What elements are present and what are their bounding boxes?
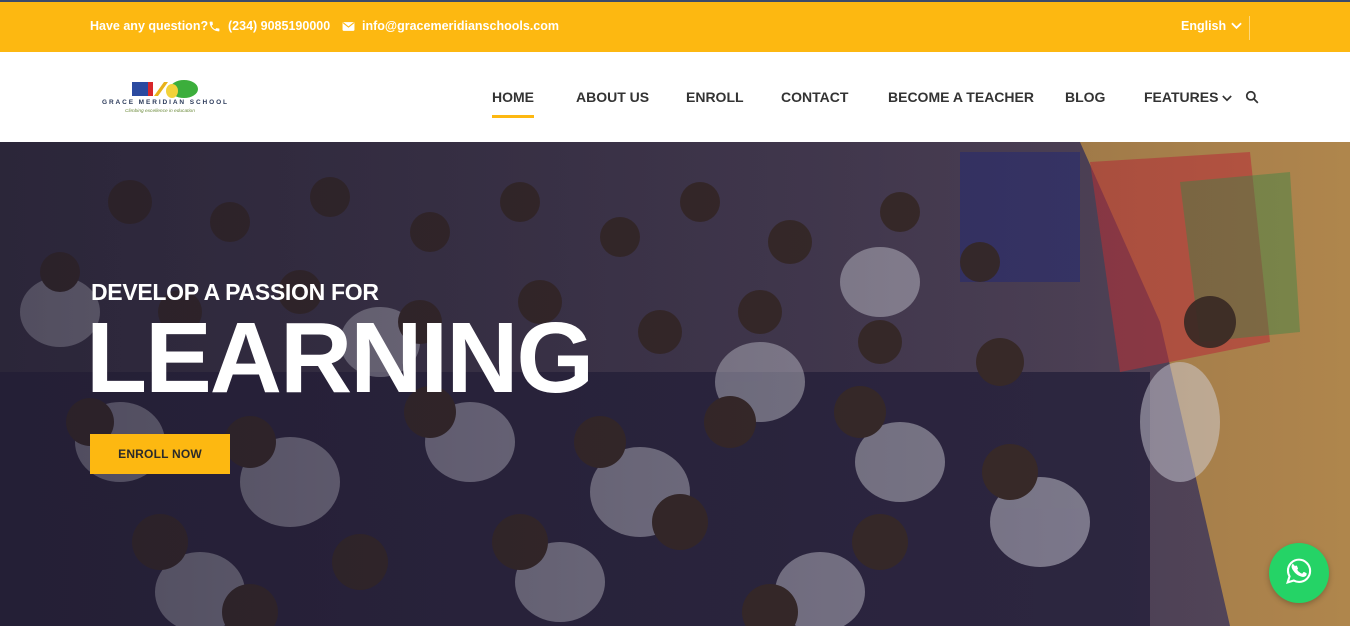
enroll-now-button[interactable]: ENROLL NOW bbox=[90, 434, 230, 474]
logo-mark-icon bbox=[132, 80, 198, 98]
nav-item-features[interactable]: FEATURES bbox=[1144, 89, 1233, 105]
logo-brand-text: GRACE MERIDIAN SCHOOL bbox=[102, 99, 229, 106]
envelope-icon bbox=[342, 21, 355, 32]
nav-features-label: FEATURES bbox=[1144, 89, 1219, 105]
nav-item-enroll[interactable]: ENROLL bbox=[686, 89, 744, 105]
chevron-down-icon bbox=[1231, 22, 1242, 30]
chevron-down-icon bbox=[1222, 89, 1233, 105]
search-icon[interactable] bbox=[1245, 90, 1259, 109]
email-link[interactable]: info@gracemeridianschools.com bbox=[342, 19, 559, 33]
phone-link[interactable]: (234) 9085190000 bbox=[208, 19, 330, 33]
hero-banner: DEVELOP A PASSION FOR LEARNING ENROLL NO… bbox=[0, 142, 1350, 626]
language-divider bbox=[1249, 16, 1250, 40]
top-bar: Have any question? (234) 9085190000 info… bbox=[0, 0, 1350, 52]
phone-icon bbox=[208, 20, 221, 33]
nav-item-contact[interactable]: CONTACT bbox=[781, 89, 848, 105]
nav-item-blog[interactable]: BLOG bbox=[1065, 89, 1105, 105]
nav-item-become-a-teacher[interactable]: BECOME A TEACHER bbox=[888, 89, 1034, 105]
site-logo[interactable]: GRACE MERIDIAN SCHOOL Climbing excellenc… bbox=[100, 76, 245, 118]
logo-tagline: Climbing excellence in education bbox=[125, 109, 195, 114]
language-selector[interactable]: English bbox=[1181, 19, 1242, 33]
language-label: English bbox=[1181, 19, 1227, 33]
nav-item-home[interactable]: HOME bbox=[492, 89, 534, 118]
phone-number: (234) 9085190000 bbox=[228, 19, 331, 33]
question-text: Have any question? bbox=[90, 19, 209, 33]
email-address: info@gracemeridianschools.com bbox=[362, 19, 559, 33]
whatsapp-icon bbox=[1285, 557, 1313, 590]
site-header: GRACE MERIDIAN SCHOOL Climbing excellenc… bbox=[0, 52, 1350, 142]
whatsapp-button[interactable] bbox=[1269, 543, 1329, 603]
hero-title: LEARNING bbox=[86, 302, 594, 414]
nav-item-about-us[interactable]: ABOUT US bbox=[576, 89, 649, 105]
